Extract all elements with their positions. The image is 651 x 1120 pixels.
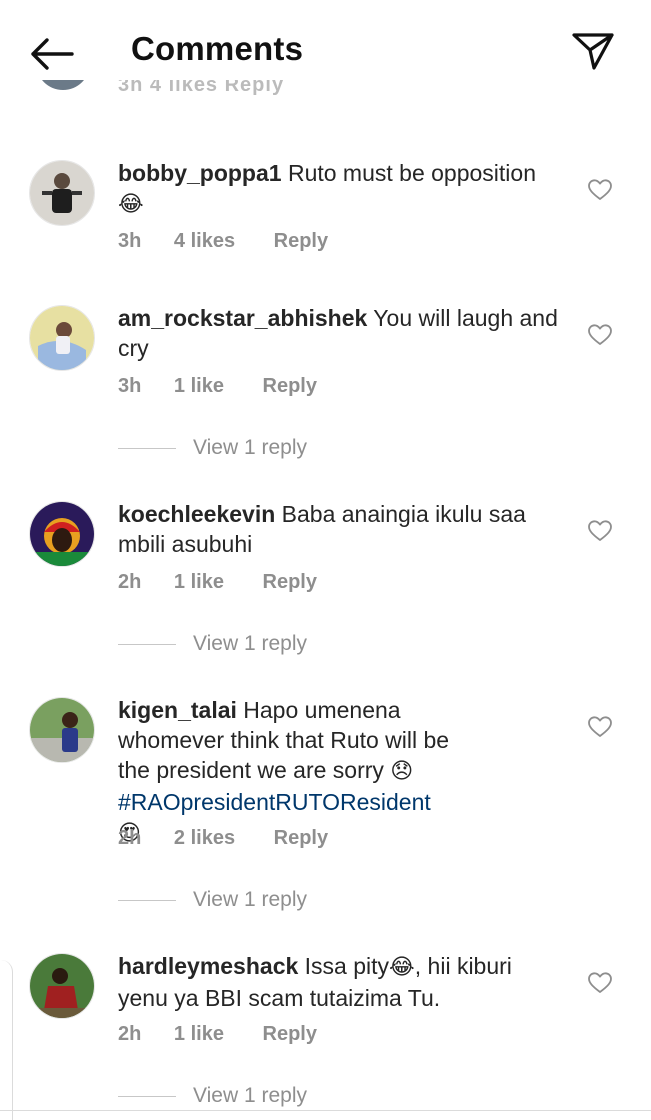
comment-likes[interactable]: 4 likes	[174, 230, 235, 253]
back-arrow-icon[interactable]	[28, 36, 74, 72]
comment-text: am_rockstar_abhishek You will laugh and …	[118, 303, 558, 363]
comment-username[interactable]: koechleekevin	[118, 501, 275, 527]
partial-comment-row: 3h 4 likes Reply	[0, 80, 651, 108]
comment-meta: 3h 1 like Reply	[118, 375, 317, 398]
comment-meta: 3h 4 likes Reply	[118, 230, 328, 253]
comment-time: 2h	[118, 827, 142, 849]
comment-username[interactable]: hardleymeshack	[118, 953, 298, 979]
heart-like-icon[interactable]	[588, 716, 612, 738]
comment-meta: 2h 1 like Reply	[118, 1023, 317, 1046]
comment-text: kigen_talai Hapo umenena whomever think …	[118, 695, 458, 849]
page-title: Comments	[131, 30, 304, 67]
comment-text: koechleekevin Baba anaingia ikulu saa mb…	[118, 499, 558, 559]
heart-like-icon[interactable]	[588, 972, 612, 994]
view-replies-button[interactable]: View 1 reply	[118, 436, 307, 460]
overlay-edge	[0, 960, 13, 1120]
reply-divider-line	[118, 447, 176, 449]
laughing-emoji-icon: 😂	[118, 192, 144, 217]
comment-meta: 2h 2 likes Reply	[118, 827, 328, 850]
comment-time: 2h	[118, 571, 142, 593]
view-replies-button[interactable]: View 1 reply	[118, 1084, 307, 1108]
bottom-divider	[0, 1110, 651, 1111]
reply-button[interactable]: Reply	[263, 1023, 317, 1046]
reply-button[interactable]: Reply	[274, 827, 328, 850]
comment-body: Issa pity	[304, 953, 390, 979]
comment-meta: 3h 4 likes Reply	[118, 80, 285, 96]
comment-username[interactable]: bobby_poppa1	[118, 160, 282, 186]
hashtag-link[interactable]: #RAOpresidentRUTOResident	[118, 789, 431, 815]
reply-divider-line	[118, 643, 176, 645]
laughing-emoji-icon: 😂	[389, 955, 415, 980]
comment-meta: 2h 1 like Reply	[118, 571, 317, 594]
heart-like-icon[interactable]	[588, 179, 612, 201]
view-replies-button[interactable]: View 1 reply	[118, 632, 307, 656]
comment-time: 3h	[118, 230, 142, 252]
comment-time: 2h	[118, 1023, 142, 1045]
avatar[interactable]	[29, 501, 95, 567]
reply-button[interactable]: Reply	[263, 571, 317, 594]
avatar[interactable]	[29, 953, 95, 1019]
comment-text: hardleymeshack Issa pity😂, hii kiburi ye…	[118, 951, 558, 1013]
view-replies-label: View 1 reply	[193, 436, 308, 459]
comment-body: Ruto must be opposition	[287, 160, 536, 186]
view-replies-label: View 1 reply	[193, 888, 308, 911]
view-replies-button[interactable]: View 1 reply	[118, 888, 307, 912]
comment-likes[interactable]: 2 likes	[174, 827, 235, 850]
share-send-icon[interactable]	[570, 30, 616, 72]
reply-button[interactable]: Reply	[274, 230, 328, 253]
comment-likes[interactable]: 1 like	[174, 375, 224, 398]
avatar[interactable]	[29, 697, 95, 763]
avatar[interactable]	[29, 305, 95, 371]
heart-like-icon[interactable]	[588, 324, 612, 346]
comment-likes[interactable]: 1 like	[174, 571, 224, 594]
reply-button[interactable]: Reply	[263, 375, 317, 398]
comment-username[interactable]: am_rockstar_abhishek	[118, 305, 367, 331]
comment-likes[interactable]: 1 like	[174, 1023, 224, 1046]
heart-like-icon[interactable]	[588, 520, 612, 542]
avatar[interactable]	[29, 160, 95, 226]
disappointed-emoji-icon: 😞	[390, 759, 414, 784]
avatar[interactable]	[36, 80, 90, 90]
reply-divider-line	[118, 899, 176, 901]
comment-time: 3h	[118, 375, 142, 397]
view-replies-label: View 1 reply	[193, 1084, 308, 1107]
view-replies-label: View 1 reply	[193, 632, 308, 655]
reply-divider-line	[118, 1095, 176, 1097]
comment-username[interactable]: kigen_talai	[118, 697, 237, 723]
comment-text: bobby_poppa1 Ruto must be opposition 😂	[118, 158, 558, 220]
